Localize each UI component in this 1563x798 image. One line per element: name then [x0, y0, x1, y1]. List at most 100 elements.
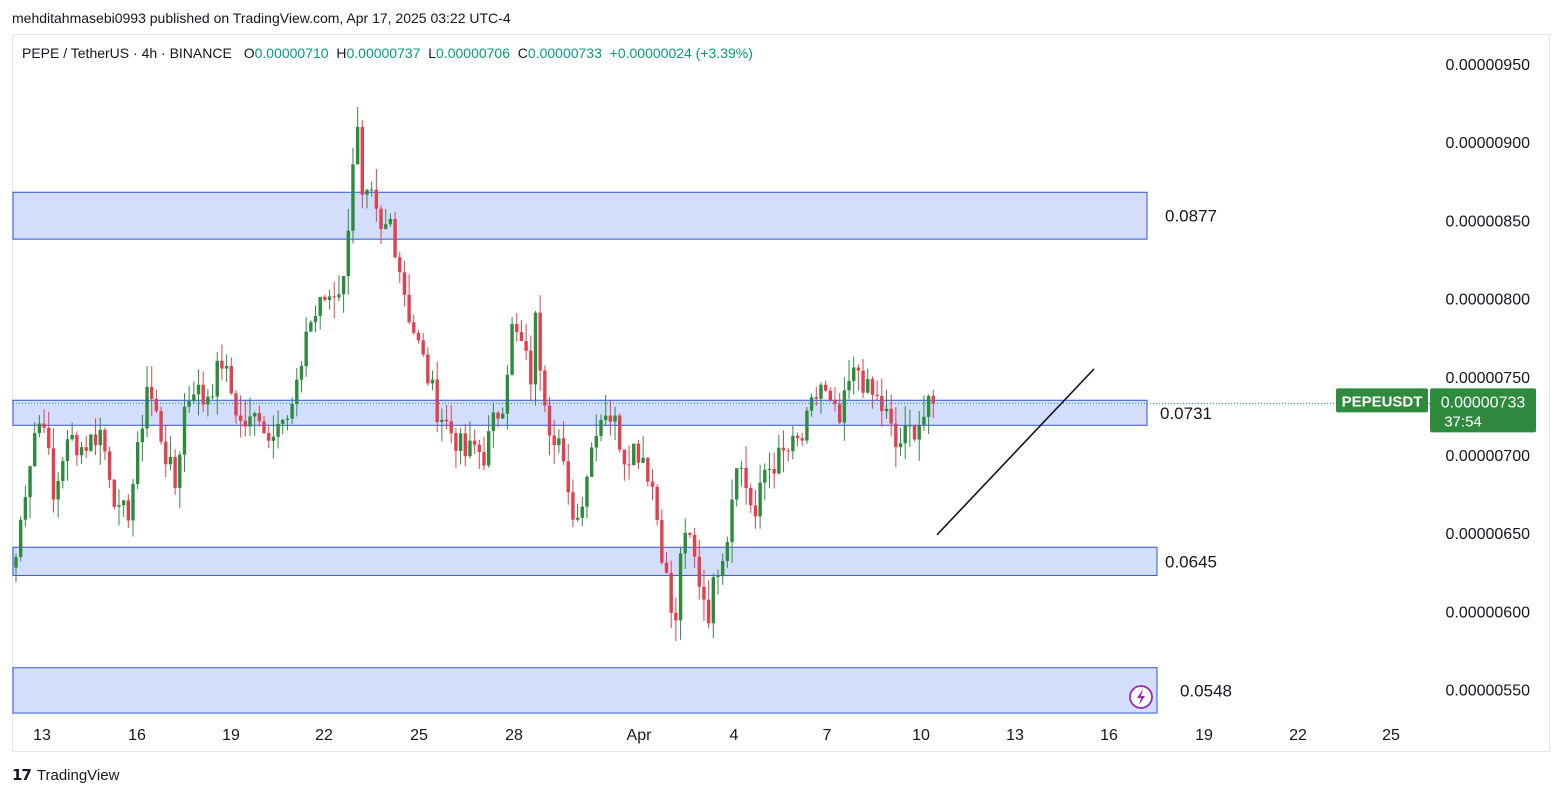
candlestick-chart[interactable]: 0.08770.07310.06450.0548 0.000009500.000…: [0, 0, 1563, 798]
x-tick-label: 22: [315, 727, 333, 744]
footer-brand[interactable]: 17 TradingView: [12, 766, 119, 784]
price-axis: 0.00000950 0.00000900 0.00000850 0.00000800…: [1445, 57, 1530, 700]
candle-body: [444, 419, 449, 422]
candle-body: [332, 296, 336, 298]
candle-body: [107, 451, 112, 480]
candle-body: [28, 466, 32, 498]
candle-body: [56, 480, 60, 500]
candle-body: [51, 448, 56, 500]
candle-body: [557, 438, 561, 446]
candle-body: [519, 332, 524, 342]
x-tick-label: 19: [222, 727, 240, 744]
candle-body: [767, 468, 772, 470]
candle-body: [234, 393, 238, 416]
candle-body: [257, 413, 262, 422]
candle-body: [547, 405, 552, 436]
candle-body: [538, 312, 542, 371]
candle-body: [37, 423, 42, 434]
candle-body: [313, 315, 318, 323]
candle-body: [931, 395, 935, 404]
candle-body: [103, 429, 107, 452]
candle-body: [837, 404, 842, 423]
candle-body: [772, 468, 776, 474]
candle-body: [805, 410, 809, 441]
candle-body: [575, 517, 580, 520]
candle-body: [215, 360, 219, 397]
candle-body: [828, 390, 833, 400]
candle-body: [173, 456, 177, 488]
candle-body: [178, 454, 182, 488]
y-tick-label: 0.00000900: [1445, 135, 1530, 152]
candle-body: [384, 224, 388, 230]
candle-body: [501, 413, 505, 419]
candle-body: [117, 505, 121, 507]
candle-body: [360, 126, 365, 195]
candle-body: [678, 553, 683, 621]
candle-body: [238, 415, 243, 421]
candle-body: [327, 296, 332, 300]
candle-body: [561, 438, 566, 462]
candle-body: [14, 556, 18, 568]
candle-body: [580, 506, 584, 518]
candle-body: [529, 350, 533, 385]
y-tick-label: 0.00000700: [1445, 448, 1530, 465]
y-tick-label: 0.00000600: [1445, 604, 1530, 621]
x-tick-label: 28: [505, 727, 523, 744]
x-tick-label: 13: [1006, 727, 1024, 744]
candle-body: [135, 442, 140, 484]
close-value: 0.00000733: [527, 45, 602, 61]
candle-body: [295, 379, 299, 404]
low-key: L: [428, 45, 437, 61]
candle-body: [430, 379, 435, 384]
candle-body: [603, 415, 608, 420]
candle-body: [477, 444, 482, 452]
candle-body: [276, 423, 280, 437]
candle-body: [852, 367, 856, 381]
candle-body: [449, 421, 453, 434]
candle-body: [440, 419, 444, 422]
candle-body: [182, 406, 187, 455]
candle-body: [140, 428, 145, 443]
candle-body: [23, 497, 28, 520]
candle-body: [402, 272, 407, 295]
open-value: 0.00000710: [254, 45, 329, 61]
price-tag-value: 0.00000733: [1441, 394, 1526, 411]
candle-body: [819, 384, 823, 399]
candle-body: [594, 435, 599, 448]
candle-body: [285, 418, 290, 420]
candle-body: [650, 481, 655, 487]
candle-body: [716, 576, 720, 578]
candle-body: [608, 415, 613, 422]
candle-body: [674, 612, 678, 621]
candle-body: [749, 487, 753, 506]
candle-body: [898, 443, 903, 448]
candle-body: [664, 562, 669, 573]
zone-box: [12, 667, 1158, 714]
x-tick-label: 10: [912, 727, 930, 744]
candle-body: [379, 208, 383, 230]
candle-body: [164, 441, 168, 465]
candle-body: [636, 443, 641, 463]
candle-body: [646, 457, 650, 482]
candle-body: [809, 397, 814, 411]
y-tick-label: 0.00000550: [1445, 683, 1530, 700]
candle-body: [861, 370, 865, 393]
candle-body: [515, 324, 519, 333]
candle-body: [589, 447, 594, 477]
candle-body: [458, 433, 463, 451]
candle-body: [398, 257, 402, 273]
candle-body: [323, 296, 327, 300]
countdown-label: 37:54: [1444, 413, 1482, 430]
candle-body: [763, 469, 767, 483]
candle-body: [800, 438, 804, 441]
y-tick-label: 0.00000650: [1445, 526, 1530, 543]
low-value: 0.00000706: [436, 45, 510, 61]
candle-body: [739, 467, 744, 469]
candle-body: [168, 456, 173, 465]
x-tick-label: 7: [823, 727, 832, 744]
candle-body: [267, 433, 271, 441]
candle-body: [159, 411, 163, 442]
candle-body: [192, 394, 196, 402]
candle-body: [262, 421, 266, 434]
candle-body: [150, 386, 154, 399]
